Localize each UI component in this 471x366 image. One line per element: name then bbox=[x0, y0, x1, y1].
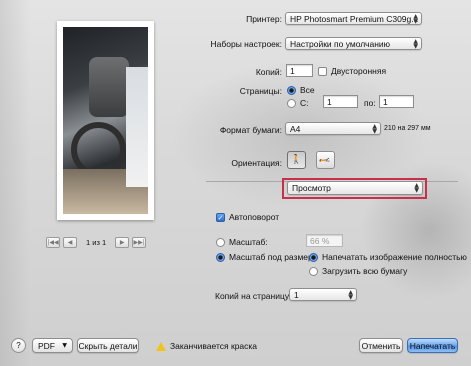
pdf-menu-button[interactable]: PDF ▼ bbox=[32, 338, 73, 353]
printer-select[interactable]: HP Photosmart Premium C309g... ▲ ▼ bbox=[285, 12, 422, 25]
orientation-label: Ориентация: bbox=[231, 158, 282, 168]
fill-paper-label: Загрузить всю бумагу bbox=[322, 266, 408, 276]
copies-per-page-label: Копий на страницу: bbox=[215, 291, 292, 301]
page-counter: 1 из 1 bbox=[86, 237, 107, 247]
pages-range-radio[interactable] bbox=[287, 98, 296, 108]
print-button[interactable]: Напечатать bbox=[407, 338, 458, 353]
first-page-button[interactable]: |◀◀ bbox=[46, 236, 60, 248]
print-preview bbox=[57, 21, 154, 220]
cancel-button[interactable]: Отменить bbox=[359, 338, 403, 353]
prev-page-button[interactable]: ◀ bbox=[63, 236, 77, 248]
pages-to-label: по: bbox=[364, 98, 376, 108]
preview-photo bbox=[63, 27, 148, 214]
paper-dimensions: 210 на 297 мм bbox=[384, 125, 431, 132]
copies-per-page-value: 1 bbox=[294, 289, 299, 300]
paper-value: A4 bbox=[290, 123, 301, 134]
landscape-person-icon: 🚶 bbox=[320, 154, 331, 166]
low-ink-warning: Заканчивается краска bbox=[156, 341, 257, 351]
copies-per-page-select[interactable]: 1 ▲ ▼ bbox=[289, 288, 357, 301]
landscape-orientation-button[interactable]: 🚶 bbox=[316, 151, 335, 169]
updown-arrows-icon: ▲ ▼ bbox=[413, 38, 418, 50]
paper-select[interactable]: A4 ▲ ▼ bbox=[285, 122, 381, 135]
last-page-button[interactable]: ▶▶| bbox=[132, 236, 147, 248]
copies-label: Копий: bbox=[255, 67, 282, 77]
updown-arrows-icon: ▲ ▼ bbox=[348, 289, 353, 301]
hide-details-button[interactable]: Скрыть детали bbox=[77, 338, 139, 353]
pages-to-input[interactable]: 1 bbox=[379, 95, 414, 108]
presets-label: Наборы настроек: bbox=[210, 39, 283, 49]
copies-value: 1 bbox=[290, 65, 295, 76]
next-page-button[interactable]: ▶ bbox=[115, 236, 130, 248]
scale-radio[interactable] bbox=[216, 237, 225, 247]
cancel-label: Отменить bbox=[361, 340, 401, 351]
help-icon: ? bbox=[16, 341, 21, 350]
print-entire-label: Напечатать изображение полностью bbox=[322, 252, 467, 262]
fill-paper-row: Загрузить всю бумагу bbox=[309, 266, 407, 276]
preview-pager: |◀◀ ◀ 1 из 1 ▶ ▶▶| bbox=[46, 236, 147, 248]
pages-range-row: С: bbox=[287, 98, 309, 108]
paper-label: Формат бумаги: bbox=[219, 125, 282, 135]
fill-paper-radio[interactable] bbox=[309, 266, 318, 276]
pages-to-value: 1 bbox=[383, 96, 388, 107]
scale-value: 66 % bbox=[310, 235, 330, 246]
hide-details-label: Скрыть детали bbox=[78, 340, 138, 351]
printer-value: HP Photosmart Premium C309g... bbox=[290, 13, 419, 24]
duplex-label: Двусторонняя bbox=[331, 66, 387, 76]
printer-label: Принтер: bbox=[246, 14, 282, 24]
pages-from-label: С: bbox=[300, 98, 309, 108]
scale-to-fit-radio[interactable] bbox=[216, 252, 225, 262]
duplex-row: Двусторонняя bbox=[318, 66, 386, 76]
warning-icon bbox=[156, 341, 166, 351]
portrait-orientation-button[interactable]: 🚶 bbox=[287, 151, 306, 169]
highlight-box bbox=[282, 178, 427, 199]
autorotate-row: ✓ Автоповорот bbox=[216, 212, 279, 222]
pages-all-label: Все bbox=[300, 85, 315, 95]
pages-from-value: 1 bbox=[327, 96, 332, 107]
pages-all-radio[interactable] bbox=[287, 85, 296, 95]
pages-label: Страницы: bbox=[239, 86, 282, 96]
copies-input[interactable]: 1 bbox=[286, 64, 313, 77]
updown-arrows-icon: ▲ ▼ bbox=[413, 13, 418, 25]
warning-text: Заканчивается краска bbox=[170, 341, 258, 351]
scale-label: Масштаб: bbox=[229, 237, 268, 247]
scale-row: Масштаб: bbox=[216, 237, 268, 247]
help-button[interactable]: ? bbox=[11, 338, 26, 353]
pages-from-input[interactable]: 1 bbox=[323, 95, 358, 108]
print-entire-row: Напечатать изображение полностью bbox=[309, 252, 467, 262]
updown-arrows-icon: ▲ ▼ bbox=[372, 123, 377, 135]
dropdown-arrow-icon: ▼ bbox=[62, 342, 67, 349]
pages-all-row: Все bbox=[287, 85, 315, 95]
scale-to-fit-label: Масштаб под размер: bbox=[229, 252, 316, 262]
scale-input[interactable]: 66 % bbox=[306, 234, 343, 247]
autorotate-label: Автоповорот bbox=[229, 212, 280, 222]
pdf-label: PDF bbox=[38, 340, 55, 351]
print-entire-radio[interactable] bbox=[309, 252, 318, 262]
scale-to-fit-row: Масштаб под размер: bbox=[216, 252, 315, 262]
print-label: Напечатать bbox=[409, 340, 456, 351]
autorotate-checkbox[interactable]: ✓ bbox=[216, 212, 225, 222]
presets-value: Настройки по умолчанию bbox=[290, 38, 391, 49]
duplex-checkbox[interactable] bbox=[318, 66, 327, 76]
portrait-person-icon: 🚶 bbox=[290, 155, 303, 165]
presets-select[interactable]: Настройки по умолчанию ▲ ▼ bbox=[285, 37, 422, 50]
